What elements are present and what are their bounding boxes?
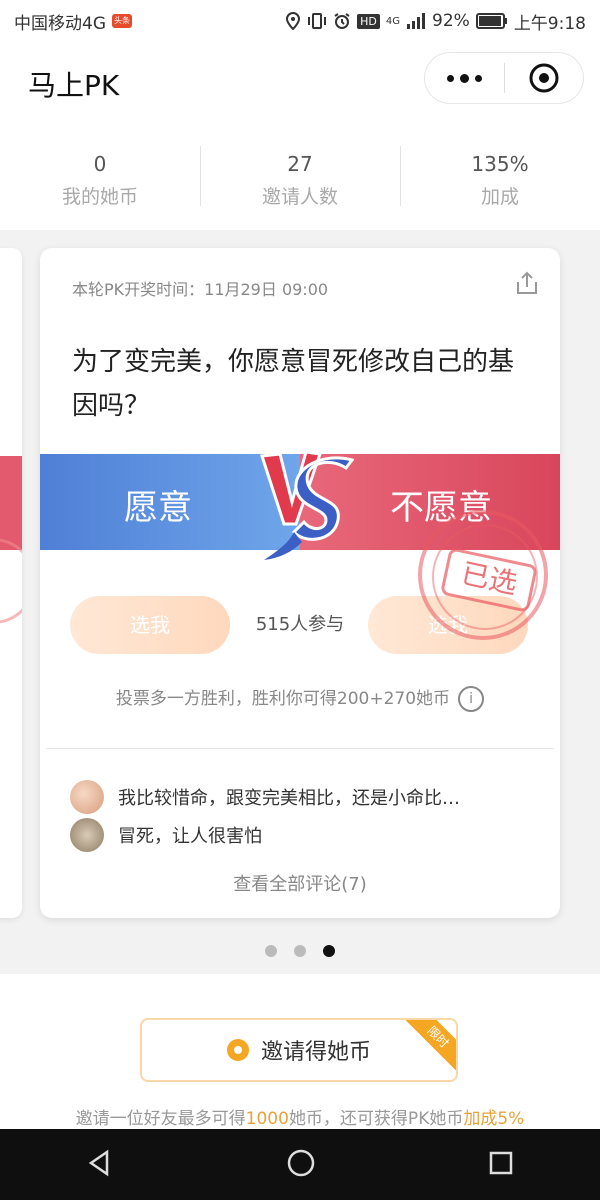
coin-icon [226, 1039, 249, 1061]
pager-dot[interactable] [264, 945, 277, 957]
pk-card: 本轮PK开奖时间：11月29日 09:00 为了变完美，你愿意冒死修改自己的基因… [40, 248, 560, 918]
selected-stamp: 已选 [418, 510, 548, 640]
pk-question: 为了变完美，你愿意冒死修改自己的基因吗？ [72, 347, 515, 421]
signal-icon [406, 13, 426, 29]
stats-bar: 0 我的她币 27 邀请人数 135% 加成 [0, 124, 600, 230]
invite-button[interactable]: 邀请得她币 限时 [140, 1018, 458, 1082]
capsule-menu [424, 52, 584, 104]
battery-percent: 92% [432, 11, 470, 31]
stat-invites[interactable]: 27 邀请人数 [200, 124, 400, 230]
invite-note-mid: 她币，还可获得PK她币 [288, 1109, 464, 1129]
share-icon [517, 271, 537, 294]
mini-program-header: 马上PK [0, 42, 600, 124]
back-triangle-icon [88, 1149, 109, 1176]
more-dot-icon [446, 74, 454, 82]
more-dot-icon [474, 74, 482, 82]
previous-card-vs-band [0, 456, 22, 550]
stat-label: 我的她币 [61, 186, 138, 208]
back-button[interactable] [85, 1148, 115, 1182]
close-mini-program-button[interactable] [505, 62, 584, 94]
more-dot-icon [459, 73, 469, 83]
invite-button-label: 邀请得她币 [260, 1040, 371, 1065]
more-menu-button[interactable] [425, 73, 504, 83]
alarm-icon [333, 12, 351, 30]
previous-card-stamp [0, 538, 22, 624]
view-all-comments-link[interactable]: 查看全部评论(7) [40, 870, 560, 896]
stat-label: 加成 [480, 186, 519, 208]
rule-text-row: 投票多一方胜利，胜利你可得200+270她币 i [40, 684, 560, 712]
home-button[interactable] [285, 1147, 317, 1183]
hd-icon: HD [357, 13, 380, 29]
previous-card[interactable] [0, 248, 22, 918]
stat-label: 邀请人数 [261, 186, 338, 208]
home-circle-icon [287, 1149, 315, 1176]
battery-icon [475, 13, 508, 29]
location-icon [285, 12, 301, 30]
comment-text: 冒死，让人很害怕 [118, 826, 262, 847]
system-nav-bar [0, 1129, 600, 1200]
avatar [70, 780, 104, 814]
divider [46, 748, 554, 749]
recents-square-icon [489, 1151, 513, 1174]
stat-value: 135% [471, 152, 529, 176]
participant-count: 515人参与 [255, 614, 345, 635]
stat-coins[interactable]: 0 我的她币 [0, 124, 200, 230]
target-close-icon [529, 63, 559, 93]
stat-bonus[interactable]: 135% 加成 [400, 124, 600, 230]
comment-item[interactable]: 冒死，让人很害怕 [70, 818, 262, 852]
vs-logo-icon [260, 450, 354, 560]
recents-button[interactable] [487, 1149, 515, 1181]
pager-dot[interactable] [294, 945, 306, 957]
pager-dots [0, 942, 600, 961]
stat-value: 27 [287, 152, 313, 176]
invite-note: 邀请一位好友最多可得1000她币，还可获得PK她币加成5% [0, 1104, 600, 1129]
clock: 上午9:18 [513, 13, 586, 34]
avatar [70, 818, 104, 852]
rule-text: 投票多一方胜利，胜利你可得200+270她币 [115, 689, 451, 709]
draw-time: 本轮PK开奖时间：11月29日 09:00 [72, 280, 329, 299]
carrier-label: 中国移动4G [14, 13, 106, 34]
network-label: 4G [385, 15, 401, 27]
info-icon[interactable]: i [458, 686, 485, 712]
vibrate-icon [307, 12, 327, 30]
limited-time-ribbon: 限时 [401, 1020, 456, 1074]
share-button[interactable] [514, 270, 540, 300]
invite-note-prefix: 邀请一位好友最多可得 [75, 1109, 246, 1129]
comment-item[interactable]: 我比较惜命，跟变完美相比，还是小命比… [70, 780, 460, 814]
pager-dot-active[interactable] [323, 945, 336, 957]
invite-note-bonus: 加成5% [463, 1109, 525, 1129]
selected-stamp-label: 已选 [439, 547, 539, 613]
vote-left-button[interactable]: 选我 [70, 596, 230, 654]
invite-section: 邀请得她币 限时 邀请一位好友最多可得1000她币，还可获得PK她币加成5% [0, 974, 600, 1129]
toutiao-app-icon: 头条 [112, 14, 132, 28]
comment-text: 我比较惜命，跟变完美相比，还是小命比… [118, 788, 460, 809]
option-left-label: 愿意 [124, 488, 192, 528]
status-bar: 中国移动4G 头条 HD 4G 92% 上午9:18 [0, 0, 600, 42]
page-title: 马上PK [28, 69, 120, 102]
invite-note-amount: 1000 [245, 1109, 289, 1129]
stat-value: 0 [93, 152, 107, 176]
